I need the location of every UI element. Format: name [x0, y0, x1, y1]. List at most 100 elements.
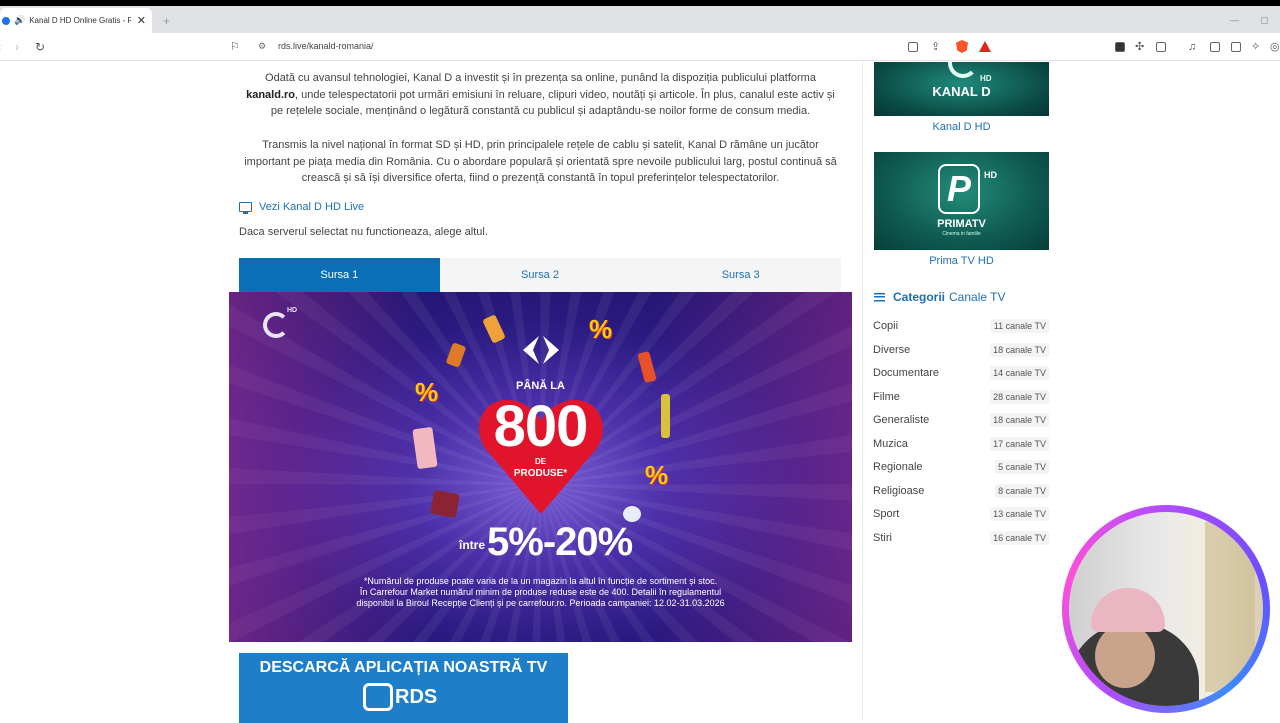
category-name: Copii	[873, 320, 899, 332]
site-info-icon[interactable]: ⚙	[258, 41, 266, 52]
category-name: Filme	[873, 390, 900, 403]
kanald-link[interactable]: kanald.ro	[246, 89, 295, 101]
speaker-icon[interactable]: 🔊	[14, 15, 25, 26]
categories-heading-rest: Canale TV	[949, 290, 1006, 304]
category-row-sport[interactable]: Sport 13 canale TV	[873, 504, 1049, 524]
back-icon[interactable]: ‹	[0, 40, 1, 54]
categories-heading-bold: Categorii	[893, 290, 946, 304]
tab-kanal-d[interactable]: 🔊 Kanal D HD Online Gratis - RD ✕	[0, 8, 152, 33]
ad-fine-print: *Numărul de produse poate varia de la un…	[229, 576, 852, 609]
para1-text-a: Odată cu avansul tehnologiei, Kanal D a …	[265, 72, 816, 84]
watch-live-link[interactable]: Vezi Kanal D HD Live	[239, 201, 365, 214]
category-count: 18 canale TV	[990, 413, 1049, 427]
percent-decoration: %	[589, 314, 613, 344]
category-row-copii[interactable]: Copii 11 canale TV	[873, 316, 1049, 336]
category-name: Muzica	[873, 437, 908, 450]
category-row-diverse[interactable]: Diverse 18 canale TV	[873, 340, 1049, 360]
tab-bar: 🔊 Kanal D HD Online Gratis - RD ✕ + — ▢	[0, 6, 1280, 33]
article-paragraph-1: Odată cu avansul tehnologiei, Kanal D a …	[239, 70, 842, 120]
prima-hd-badge: HD	[984, 170, 997, 180]
video-player[interactable]: HD % % % PÂNĂ LA 800 DE PRODUSE* între 5…	[229, 292, 852, 642]
share-icon[interactable]: ⇪	[931, 40, 940, 54]
kanal-d-hd-badge: HD	[980, 74, 992, 83]
kanal-d-ring-icon	[948, 62, 978, 78]
category-row-generaliste[interactable]: Generaliste 18 canale TV	[873, 410, 1049, 430]
kanal-d-thumbnail[interactable]: HD KANAL D	[874, 62, 1049, 116]
para1-text-c: , unde telespectatorii pot urmări emisiu…	[270, 88, 835, 118]
category-name: Sport	[873, 508, 900, 520]
forward-icon[interactable]: ›	[15, 40, 19, 54]
brave-shields-icon[interactable]	[956, 40, 968, 53]
prima-tv-thumbnail[interactable]: P HD PRIMATV Cinema in familie	[874, 152, 1049, 250]
category-name: Religioase	[873, 484, 925, 497]
category-row-stiri[interactable]: Stiri 16 canale TV	[873, 528, 1049, 548]
ai-assistant-icon[interactable]: ✧	[1251, 40, 1260, 54]
reload-icon[interactable]: ↻	[35, 40, 45, 54]
reader-mode-icon[interactable]	[908, 42, 918, 52]
prima-p-logo: P	[938, 164, 980, 214]
bookmark-icon[interactable]: ⚐	[230, 40, 240, 54]
ad-800: 800	[493, 394, 589, 459]
webcam-feed	[1069, 512, 1263, 706]
address-bar[interactable]: rds.live/kanald-romania/	[278, 41, 374, 51]
main-content: Odată cu avansul tehnologiei, Kanal D a …	[229, 62, 852, 723]
category-count: 16 canale TV	[990, 530, 1049, 545]
new-tab-button[interactable]: +	[163, 14, 170, 28]
webcam-overlay	[1062, 505, 1270, 713]
ad-produse: PRODUSE*	[513, 468, 568, 479]
minimize-icon[interactable]: —	[1230, 15, 1239, 25]
source-tabs: Sursa 1 Sursa 2 Sursa 3	[239, 258, 841, 292]
category-name: Stiri	[873, 531, 892, 544]
channel-hd-badge: HD	[287, 307, 298, 314]
ad-fine-line-3: disponibil la Biroul Recepție Clienți și…	[356, 598, 725, 608]
article-paragraph-2: Transmis la nivel național în format SD …	[244, 139, 837, 185]
ad-fine-line-1: *Numărul de produse poate varia de la un…	[363, 576, 718, 586]
favicon-icon	[2, 16, 10, 25]
brave-rewards-icon[interactable]	[979, 41, 991, 52]
tab-sursa-2[interactable]: Sursa 2	[440, 258, 641, 292]
prima-tv-caption[interactable]: Prima TV HD	[874, 255, 1049, 267]
webcam-background	[1205, 522, 1255, 692]
ad-fine-line-2: În Carrefour Market numărul minim de pro…	[359, 587, 722, 597]
category-row-filme[interactable]: Filme 28 canale TV	[873, 387, 1049, 407]
tab-sursa-3[interactable]: Sursa 3	[640, 258, 841, 292]
profile-icon[interactable]: ◎	[1270, 40, 1280, 54]
category-name: Regionale	[873, 461, 923, 473]
ad-intre: între	[459, 538, 486, 552]
category-count: 18 canale TV	[990, 342, 1049, 357]
kanal-d-caption[interactable]: Kanal D HD	[874, 121, 1049, 133]
category-row-regionale[interactable]: Regionale 5 canale TV	[873, 457, 1049, 477]
app-download-banner[interactable]: DESCARCĂ APLICAȚIA NOASTRĂ TV RDS	[239, 653, 568, 723]
tab-sursa-1[interactable]: Sursa 1	[239, 258, 440, 292]
ad-de: DE	[534, 457, 547, 466]
music-icon[interactable]: ♫	[1188, 40, 1196, 54]
product-image	[430, 489, 460, 519]
category-count: 8 canale TV	[995, 483, 1049, 498]
category-row-documentare[interactable]: Documentare 14 canale TV	[873, 363, 1049, 383]
puzzle-icon[interactable]: ✣	[1135, 40, 1144, 54]
rds-logo: RDS	[395, 686, 438, 708]
tab-close-icon[interactable]: ✕	[137, 14, 146, 27]
wallet-2-icon[interactable]	[1231, 42, 1241, 52]
tab-title: Kanal D HD Online Gratis - RD	[29, 16, 131, 25]
webcam-person-cap	[1091, 588, 1165, 632]
category-row-muzica[interactable]: Muzica 17 canale TV	[873, 434, 1049, 454]
category-count: 13 canale TV	[990, 507, 1049, 521]
categories-heading: Categorii Canale TV	[874, 290, 1006, 304]
category-name: Documentare	[873, 367, 940, 379]
category-count: 14 canale TV	[990, 366, 1049, 380]
server-hint: Daca serverul selectat nu functioneaza, …	[239, 226, 488, 238]
prima-tagline: Cinema in familie	[942, 231, 981, 237]
monitor-icon	[239, 202, 252, 214]
category-count: 17 canale TV	[990, 436, 1049, 451]
sidebar: HD KANAL D Kanal D HD P HD PRIMATV Cinem…	[862, 62, 1060, 720]
prima-logo-text: PRIMATV	[937, 218, 986, 230]
watch-live-label: Vezi Kanal D HD Live	[259, 201, 365, 213]
extension-icon[interactable]	[1115, 42, 1125, 52]
category-row-religioase[interactable]: Religioase 8 canale TV	[873, 481, 1049, 501]
webcam-person-face	[1095, 624, 1155, 688]
carrefour-logo-icon	[523, 336, 559, 364]
sidebar-toggle-icon[interactable]	[1210, 42, 1220, 52]
maximize-icon[interactable]: ▢	[1260, 15, 1269, 26]
wallet-icon[interactable]	[1156, 42, 1166, 52]
